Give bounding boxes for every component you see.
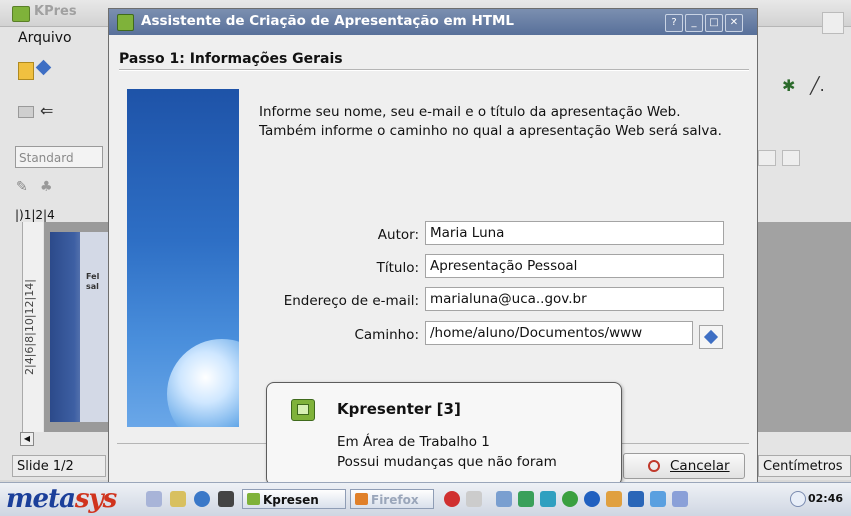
bug-icon[interactable]: ✱ <box>782 78 798 94</box>
email-label: Endereço de e-mail: <box>283 293 419 309</box>
cancel-label: Cancelar <box>670 458 730 474</box>
dialog-titlebar[interactable]: Assistente de Criação de Apresentação em… <box>109 9 757 35</box>
kpresenter-app-icon <box>247 493 260 505</box>
status-icon[interactable] <box>562 491 578 507</box>
indent-decrease-icon[interactable] <box>758 150 776 166</box>
task-kpresenter[interactable]: Kpresen <box>242 489 346 509</box>
app-icon[interactable] <box>628 491 644 507</box>
cancel-button[interactable]: Cancelar <box>623 453 745 479</box>
tray-icon-record[interactable] <box>444 491 460 507</box>
author-label: Autor: <box>377 227 419 243</box>
kpresenter-title: KPres <box>34 4 77 19</box>
logo-sys: sys <box>74 484 117 514</box>
title-label: Título: <box>376 260 419 276</box>
maximize-button[interactable]: □ <box>705 14 723 32</box>
browser-icon[interactable] <box>194 491 210 507</box>
package-icon[interactable] <box>606 491 622 507</box>
start-menu-logo[interactable]: metasys <box>6 484 117 514</box>
status-units: Centímetros <box>758 455 851 477</box>
step-title: Passo 1: Informações Gerais <box>119 51 343 67</box>
cancel-icon <box>648 460 660 472</box>
launcher-icon[interactable] <box>146 491 162 507</box>
notification-desktop: Em Área de Trabalho 1 <box>337 434 490 450</box>
task-firefox[interactable]: Firefox <box>350 489 434 509</box>
network-icon[interactable] <box>518 491 534 507</box>
divider <box>119 69 749 71</box>
slide-text: Fel sal <box>86 272 100 291</box>
kpresenter-app-icon <box>117 14 134 31</box>
path-label-cell: Caminho: <box>259 323 419 349</box>
toolbar-icon[interactable] <box>18 106 34 118</box>
help-button[interactable]: ? <box>665 14 683 32</box>
workspace-background <box>756 222 851 432</box>
status-slide-count: Slide 1/2 <box>12 455 106 477</box>
indent-increase-icon[interactable] <box>782 150 800 166</box>
minimize-button[interactable]: _ <box>685 14 703 32</box>
close-button[interactable]: ✕ <box>725 14 743 32</box>
slide-content-area <box>80 232 110 422</box>
clock-icon <box>790 491 806 507</box>
dialog-title: Assistente de Criação de Apresentação em… <box>141 13 514 29</box>
kpresenter-window-button[interactable] <box>822 12 844 34</box>
path-field[interactable] <box>425 321 693 345</box>
title-field[interactable] <box>425 254 724 278</box>
taskbar: metasys Kpresen Firefox 02:46 <box>0 482 851 516</box>
title-label-cell: Título: <box>259 256 419 282</box>
clock[interactable]: 02:46 <box>808 492 843 505</box>
kpresenter-app-icon <box>291 399 315 421</box>
path-label: Caminho: <box>354 327 419 343</box>
chart-icon[interactable] <box>540 491 556 507</box>
author-field[interactable] <box>425 221 724 245</box>
firefox-icon <box>355 493 368 505</box>
style-combo[interactable]: Standard <box>15 146 103 168</box>
update-icon[interactable] <box>650 491 666 507</box>
notification-message: Possui mudanças que não foram <box>337 454 557 470</box>
new-document-icon[interactable] <box>18 62 34 80</box>
desktop-icon[interactable] <box>672 491 688 507</box>
tray-icon[interactable] <box>466 491 482 507</box>
terminal-icon[interactable] <box>218 491 234 507</box>
pencil-icon[interactable]: ✎ <box>16 180 30 194</box>
horizontal-ruler: |)1|2|4 <box>15 208 55 222</box>
line-tool-icon[interactable]: ╱. <box>810 78 840 94</box>
menu-arquivo[interactable]: Arquivo <box>18 30 72 46</box>
notification-popup[interactable]: Kpresenter [3] Em Área de Trabalho 1 Pos… <box>266 382 622 486</box>
open-icon[interactable] <box>35 59 52 76</box>
group-icon[interactable]: ♣ <box>40 180 54 194</box>
logo-meta: meta <box>6 484 76 514</box>
vertical-ruler: 2|4|6|8|10|12|14| <box>22 222 43 432</box>
email-label-cell: Endereço de e-mail: <box>249 289 419 315</box>
volume-icon[interactable] <box>496 491 512 507</box>
home-icon[interactable] <box>170 491 186 507</box>
globe-icon <box>167 339 239 427</box>
browse-folder-button[interactable] <box>699 325 723 349</box>
scroll-left-arrow[interactable]: ◀ <box>20 432 34 446</box>
notification-title: Kpresenter [3] <box>337 400 461 418</box>
wizard-side-image <box>127 89 239 427</box>
email-field[interactable] <box>425 287 724 311</box>
globe-tray-icon[interactable] <box>584 491 600 507</box>
kpresenter-app-icon <box>12 6 30 22</box>
back-arrow-icon[interactable]: ⇐ <box>40 103 58 119</box>
intro-text: Informe seu nome, seu e-mail e o título … <box>259 104 722 139</box>
author-label-cell: Autor: <box>259 223 419 249</box>
